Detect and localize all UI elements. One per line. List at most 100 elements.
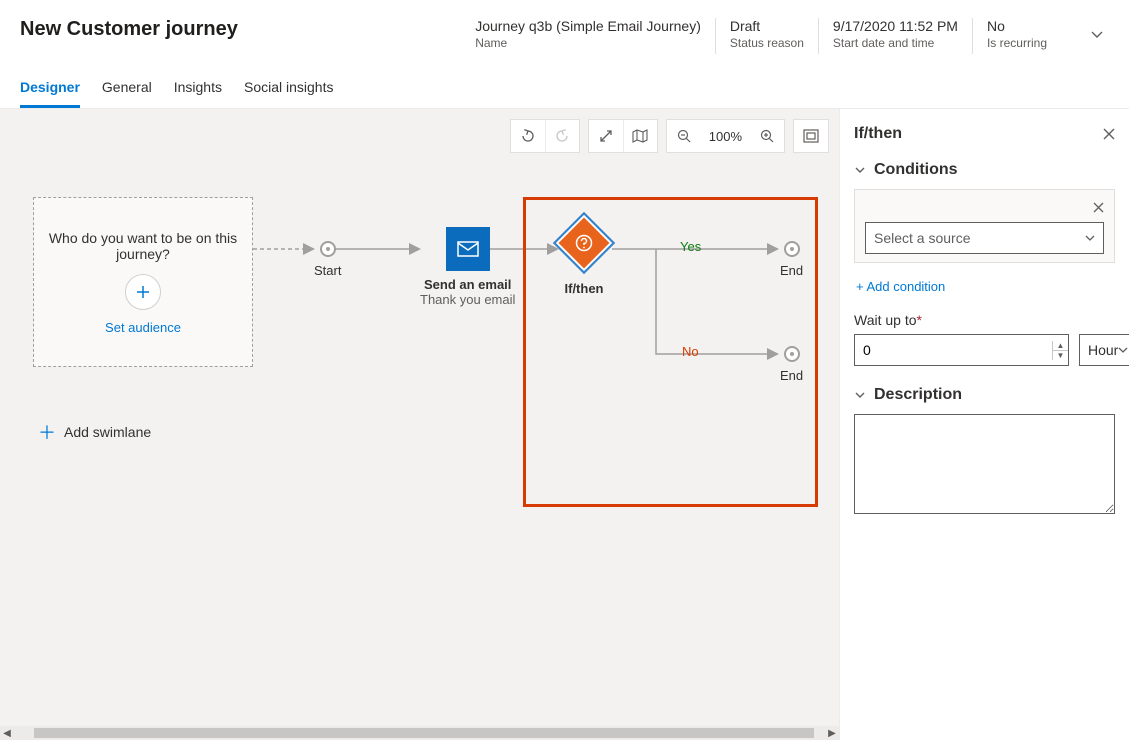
- end-node-no[interactable]: End: [780, 346, 803, 383]
- header-field-recurring-value: No: [987, 18, 1047, 34]
- header-field-startdate-label: Start date and time: [833, 36, 958, 50]
- divider: [818, 18, 819, 54]
- header-field-startdate[interactable]: 9/17/2020 11:52 PM Start date and time: [833, 18, 972, 50]
- fit-to-screen-button[interactable]: [794, 120, 828, 152]
- fullscreen-button[interactable]: [589, 120, 623, 152]
- select-source-dropdown[interactable]: Select a source: [865, 222, 1104, 254]
- scroll-left-button[interactable]: ◀: [0, 726, 14, 740]
- wait-label: Wait up to*: [854, 312, 1115, 328]
- zoom-out-icon: [677, 129, 691, 143]
- divider: [715, 18, 716, 54]
- wait-unit-select[interactable]: Hour: [1079, 334, 1129, 366]
- header-field-status-label: Status reason: [730, 36, 804, 50]
- audience-tile[interactable]: Who do you want to be on this journey? S…: [33, 197, 253, 367]
- panel-close-button[interactable]: [1103, 128, 1115, 140]
- add-swimlane-label: Add swimlane: [64, 424, 151, 440]
- chevron-down-icon: [854, 389, 866, 401]
- header-field-status[interactable]: Draft Status reason: [730, 18, 818, 50]
- chevron-down-icon: [854, 164, 866, 176]
- scroll-right-button[interactable]: ▶: [825, 726, 839, 740]
- wait-value-input[interactable]: [855, 342, 1052, 358]
- wait-row: ▲ ▼ Hour: [854, 334, 1115, 366]
- start-label: Start: [314, 263, 341, 278]
- email-subtitle: Thank you email: [420, 292, 515, 307]
- add-swimlane-button[interactable]: ＋ Add swimlane: [38, 419, 151, 445]
- zoom-level-label: 100%: [701, 129, 750, 144]
- plus-icon: ＋: [38, 419, 56, 445]
- chevron-down-icon: [1085, 233, 1095, 243]
- wait-spinner: ▲ ▼: [1052, 341, 1068, 360]
- scroll-thumb[interactable]: [34, 728, 814, 738]
- header-field-recurring-label: Is recurring: [987, 36, 1047, 50]
- ifthen-node[interactable]: If/then: [562, 221, 606, 296]
- tab-bar: Designer General Insights Social insight…: [0, 63, 1129, 109]
- designer-canvas-wrap: 100%: [0, 109, 839, 740]
- tab-designer[interactable]: Designer: [20, 71, 80, 108]
- undo-icon: [520, 128, 536, 144]
- wait-increment-button[interactable]: ▲: [1053, 341, 1068, 350]
- fit-group: [793, 119, 829, 153]
- plus-icon: [135, 284, 151, 300]
- branch-yes-label: Yes: [680, 239, 701, 254]
- header-field-name[interactable]: Journey q3b (Simple Email Journey) Name: [475, 18, 715, 50]
- properties-panel: If/then Conditions Select a source + Add…: [839, 109, 1129, 740]
- undo-redo-group: [510, 119, 580, 153]
- email-title: Send an email: [424, 277, 511, 292]
- expand-icon: [599, 129, 613, 143]
- header-field-name-value: Journey q3b (Simple Email Journey): [475, 18, 701, 34]
- zoom-in-icon: [760, 129, 774, 143]
- zoom-in-button[interactable]: [750, 120, 784, 152]
- add-condition-link[interactable]: + Add condition: [856, 279, 945, 294]
- close-icon: [1103, 128, 1115, 140]
- add-audience-button[interactable]: [125, 274, 161, 310]
- description-section-header[interactable]: Description: [854, 386, 1115, 404]
- audience-question: Who do you want to be on this journey?: [46, 230, 240, 262]
- end-node-yes[interactable]: End: [780, 241, 803, 278]
- start-node[interactable]: Start: [314, 241, 341, 278]
- header-field-recurring[interactable]: No Is recurring: [987, 18, 1061, 50]
- page-title: New Customer journey: [20, 18, 451, 41]
- wait-label-text: Wait up to: [854, 312, 917, 328]
- email-icon: [457, 241, 479, 257]
- ifthen-diamond[interactable]: [553, 212, 615, 274]
- ifthen-label: If/then: [565, 281, 604, 296]
- main-area: 100%: [0, 109, 1129, 740]
- panel-header: If/then: [854, 125, 1115, 143]
- set-audience-link[interactable]: Set audience: [105, 320, 181, 335]
- tab-insights[interactable]: Insights: [174, 71, 222, 108]
- wait-unit-value: Hour: [1088, 342, 1118, 358]
- wait-value-input-wrap: ▲ ▼: [854, 334, 1069, 366]
- redo-button[interactable]: [545, 120, 579, 152]
- fit-screen-icon: [803, 129, 819, 143]
- start-dot-icon: [320, 241, 336, 257]
- tab-social-insights[interactable]: Social insights: [244, 71, 334, 108]
- header-field-name-label: Name: [475, 36, 701, 50]
- end-dot-icon: [784, 241, 800, 257]
- description-textarea[interactable]: [854, 414, 1115, 514]
- description-heading: Description: [874, 386, 962, 404]
- question-icon: [575, 234, 593, 252]
- undo-button[interactable]: [511, 120, 545, 152]
- end-label: End: [780, 263, 803, 278]
- minimap-button[interactable]: [623, 120, 657, 152]
- header-fields: Journey q3b (Simple Email Journey) Name …: [475, 18, 1061, 54]
- chevron-down-icon: [1118, 345, 1128, 355]
- required-indicator: *: [917, 312, 922, 328]
- scroll-track[interactable]: [14, 726, 825, 740]
- panel-title: If/then: [854, 125, 902, 143]
- email-node[interactable]: Send an email Thank you email: [420, 227, 515, 307]
- end-dot-icon: [784, 346, 800, 362]
- tab-general[interactable]: General: [102, 71, 152, 108]
- conditions-heading: Conditions: [874, 161, 958, 179]
- expand-header-button[interactable]: [1085, 22, 1109, 46]
- end-label: End: [780, 368, 803, 383]
- conditions-section-header[interactable]: Conditions: [854, 161, 1115, 179]
- divider: [972, 18, 973, 54]
- designer-canvas[interactable]: Who do you want to be on this journey? S…: [0, 109, 839, 740]
- zoom-group: 100%: [666, 119, 785, 153]
- remove-condition-button[interactable]: [1093, 202, 1104, 213]
- wait-decrement-button[interactable]: ▼: [1053, 350, 1068, 360]
- zoom-out-button[interactable]: [667, 120, 701, 152]
- horizontal-scrollbar[interactable]: ◀ ▶: [0, 726, 839, 740]
- close-icon: [1093, 202, 1104, 213]
